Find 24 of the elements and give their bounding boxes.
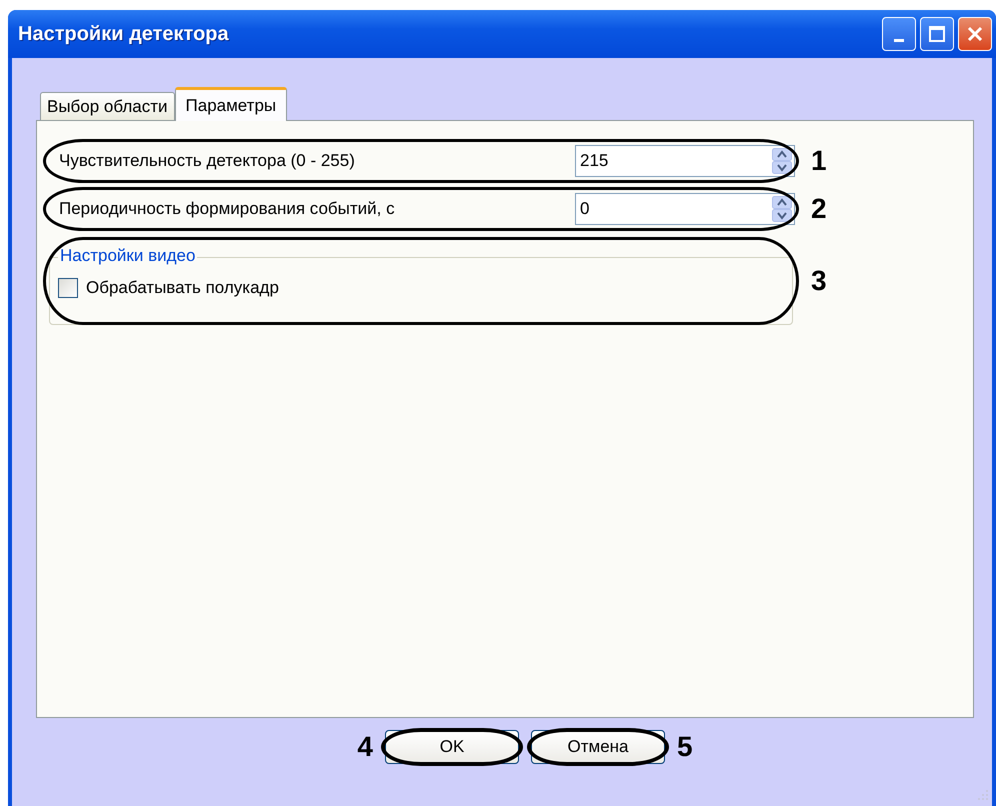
maximize-icon: [928, 25, 946, 43]
field-label: Чувствительность детектора (0 - 255): [59, 151, 355, 171]
close-button[interactable]: [958, 17, 992, 51]
checkbox-option[interactable]: Обрабатывать полукадр: [58, 278, 792, 298]
close-icon: [966, 25, 984, 43]
tab[interactable]: Параметры: [174, 87, 288, 121]
group-title: Настройки видео: [58, 246, 198, 266]
resize-grip-icon: [976, 788, 990, 802]
window-title: Настройки детектора: [18, 22, 229, 46]
callout-number: 5: [677, 731, 693, 763]
minimize-icon: [894, 38, 904, 42]
spin-arrows-icon: [772, 148, 792, 174]
tab[interactable]: Выбор области: [40, 92, 175, 120]
callout-number: 1: [811, 145, 827, 177]
spin-arrows-icon: [772, 196, 792, 222]
number-spinner[interactable]: 215: [575, 145, 795, 177]
field-label: Периодичность формирования событий, с: [59, 199, 395, 219]
checkbox[interactable]: [58, 278, 78, 298]
maximize-button[interactable]: [920, 17, 954, 51]
minimize-button[interactable]: [882, 17, 916, 51]
callout-number: 3: [811, 265, 827, 297]
callout-number: 4: [357, 731, 373, 763]
number-spinner[interactable]: 0: [575, 193, 795, 225]
callout-number: 2: [811, 193, 827, 225]
